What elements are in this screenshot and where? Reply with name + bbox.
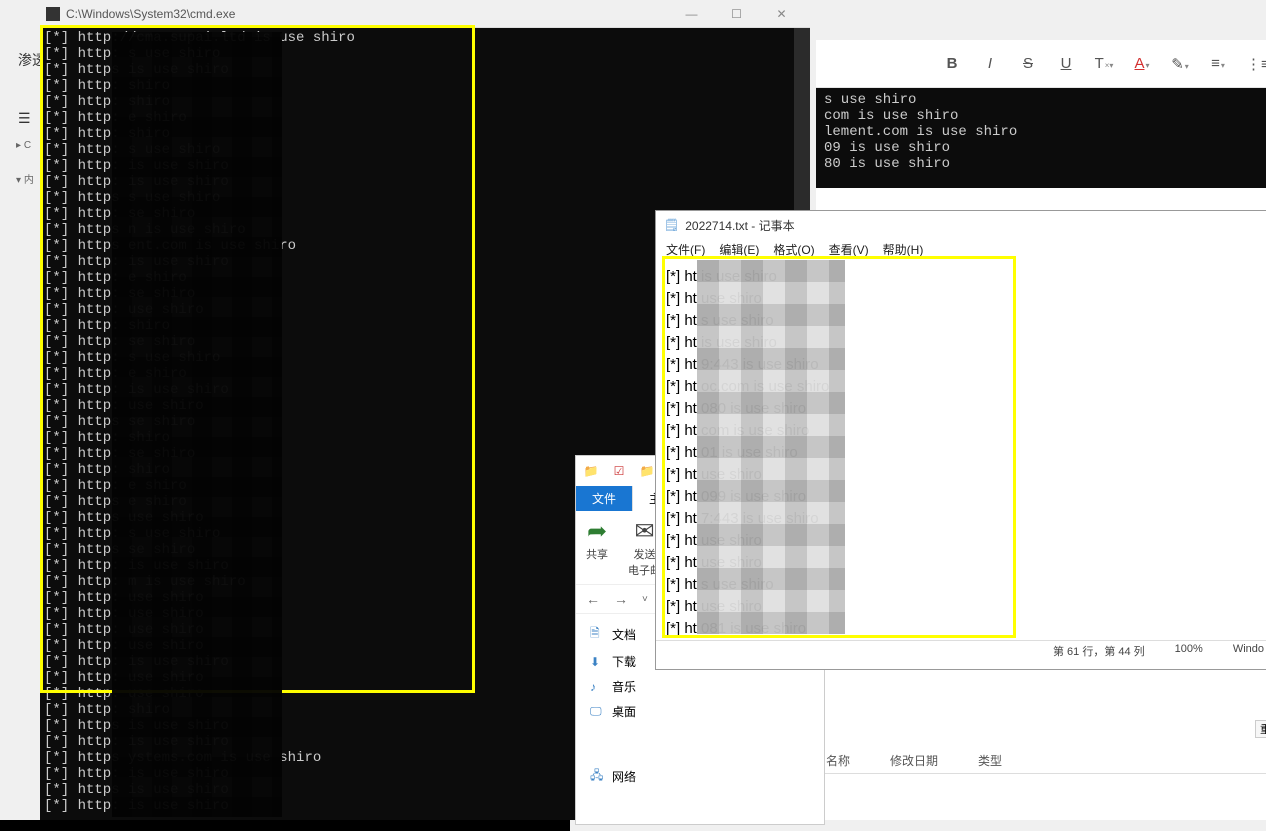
nav-history-button[interactable]: ˅: [642, 594, 648, 605]
notepad-titlebar[interactable]: 🗒 2022714.txt - 记事本: [656, 211, 1266, 239]
menu-edit[interactable]: 编辑(E): [719, 241, 759, 258]
strike-button[interactable]: S: [1018, 55, 1038, 72]
underline-button[interactable]: U: [1056, 55, 1076, 72]
align-button[interactable]: ≡▾: [1208, 55, 1228, 72]
check-icon[interactable]: ☑: [610, 462, 628, 480]
list-button[interactable]: ⋮≡: [1246, 55, 1266, 73]
sidebar-item-network[interactable]: 🖧 网络: [590, 762, 810, 791]
highlight-button[interactable]: ✎▾: [1170, 55, 1190, 73]
status-position: 第 61 行，第 44 列: [1053, 643, 1145, 659]
desktop-icon: 🖵: [590, 704, 604, 719]
status-zoom: 100%: [1175, 643, 1203, 659]
cmd-title: C:\Windows\System32\cmd.exe: [66, 7, 235, 21]
font-color-button[interactable]: A▾: [1132, 55, 1152, 72]
italic-button[interactable]: I: [980, 55, 1000, 72]
censor-block: [697, 260, 845, 634]
resend-button[interactable]: 重: [1255, 720, 1266, 738]
editor-toolbar: B I S U T×▾ A▾ ✎▾ ≡▾ ⋮≡: [816, 40, 1266, 88]
status-encoding: Windo: [1233, 643, 1264, 659]
editor-columns: 名称 修改日期 类型: [816, 748, 1266, 774]
cmd-titlebar[interactable]: C:\Windows\System32\cmd.exe — ☐ ✕: [40, 0, 810, 28]
menu-file[interactable]: 文件(F): [666, 241, 705, 258]
folder2-icon[interactable]: 📁: [638, 462, 656, 480]
sidebar-item-music[interactable]: ♪ 音乐: [590, 674, 810, 699]
music-icon: ♪: [590, 680, 604, 694]
censor-block: [112, 32, 282, 817]
tab-file[interactable]: 文件: [576, 486, 633, 511]
nav-back-button[interactable]: ←: [586, 591, 600, 607]
document-icon: 🗎: [590, 624, 604, 645]
menu-help[interactable]: 帮助(H): [883, 241, 924, 258]
bold-button[interactable]: B: [942, 55, 962, 72]
close-button[interactable]: ✕: [759, 0, 804, 28]
download-icon: ⬇: [590, 655, 604, 669]
tree-arrows: ▸ C ▾ 内: [16, 140, 34, 206]
minimize-button[interactable]: —: [669, 0, 714, 28]
maximize-button[interactable]: ☐: [714, 0, 759, 28]
menu-format[interactable]: 格式(O): [773, 241, 814, 258]
clear-format-button[interactable]: T×▾: [1094, 55, 1114, 72]
editor-code-block: s use shiro com is use shiro lement.com …: [816, 88, 1266, 188]
sidebar-item-blank: [590, 754, 810, 762]
menu-view[interactable]: 查看(V): [829, 241, 869, 258]
notepad-statusbar: 第 61 行，第 44 列 100% Windo: [656, 640, 1266, 661]
notepad-icon: 🗒: [664, 218, 679, 232]
network-icon: 🖧: [590, 766, 604, 787]
nav-forward-button[interactable]: →: [614, 591, 628, 607]
share-icon: ➦: [586, 517, 608, 546]
taskbar-fragment: [0, 820, 570, 831]
share-button[interactable]: ➦ 共享: [586, 517, 608, 578]
sidebar-item-desktop[interactable]: 🖵 桌面: [590, 699, 810, 724]
folder-icon[interactable]: 📁: [582, 462, 600, 480]
cmd-icon: [46, 7, 60, 21]
